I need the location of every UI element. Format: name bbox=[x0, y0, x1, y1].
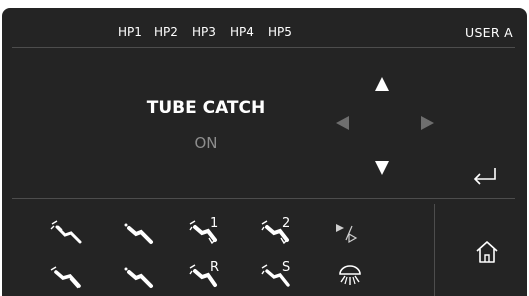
instrument-program-2-button[interactable]: 2 bbox=[260, 216, 300, 250]
instrument-start-button[interactable]: S bbox=[260, 258, 300, 292]
hp3-tab[interactable]: HP3 bbox=[192, 25, 216, 39]
arrow-up-icon[interactable] bbox=[374, 76, 390, 92]
instrument-4-button[interactable] bbox=[120, 260, 160, 294]
instrument-4-icon bbox=[124, 267, 153, 288]
start-label: S bbox=[282, 260, 290, 275]
setting-title: TUBE CATCH bbox=[146, 98, 266, 118]
hp5-tab[interactable]: HP5 bbox=[268, 25, 292, 39]
hp2-tab[interactable]: HP2 bbox=[154, 25, 178, 39]
play-forward-button[interactable] bbox=[332, 218, 372, 252]
instrument-1-icon bbox=[50, 220, 82, 244]
arrow-right-icon[interactable] bbox=[420, 115, 436, 131]
instrument-2-icon bbox=[124, 223, 153, 244]
instrument-reverse-button[interactable]: R bbox=[188, 258, 228, 292]
instrument-program-1-button[interactable]: 1 bbox=[188, 216, 228, 250]
reverse-label: R bbox=[210, 260, 219, 275]
play-forward-icon bbox=[336, 224, 358, 244]
instrument-program-1-icon: 1 bbox=[189, 216, 218, 245]
program-2-label: 2 bbox=[282, 216, 290, 231]
control-panel-screen: HP1 HP2 HP3 HP4 HP5 USER A TUBE CATCH ON bbox=[2, 8, 527, 296]
instrument-3-icon bbox=[50, 266, 81, 289]
instrument-1-button[interactable] bbox=[48, 218, 88, 252]
instrument-reverse-icon: R bbox=[189, 260, 219, 287]
program-1-label: 1 bbox=[210, 216, 218, 231]
home-icon[interactable] bbox=[474, 240, 500, 264]
instrument-start-icon: S bbox=[261, 260, 290, 287]
hp4-tab[interactable]: HP4 bbox=[230, 25, 254, 39]
instrument-program-2-icon: 2 bbox=[261, 216, 290, 245]
enter-icon[interactable] bbox=[472, 166, 498, 186]
operating-light-icon bbox=[339, 265, 361, 285]
setting-value[interactable]: ON bbox=[98, 134, 314, 152]
instrument-2-button[interactable] bbox=[120, 218, 160, 252]
operating-light-button[interactable] bbox=[332, 260, 372, 294]
arrow-left-icon[interactable] bbox=[334, 115, 350, 131]
instrument-3-button[interactable] bbox=[48, 260, 88, 294]
tools-divider bbox=[12, 198, 515, 199]
tools-vertical-divider bbox=[434, 204, 435, 296]
header-divider bbox=[12, 47, 515, 48]
hp1-tab[interactable]: HP1 bbox=[118, 25, 142, 39]
user-label[interactable]: USER A bbox=[465, 25, 513, 40]
arrow-down-icon[interactable] bbox=[374, 160, 390, 176]
